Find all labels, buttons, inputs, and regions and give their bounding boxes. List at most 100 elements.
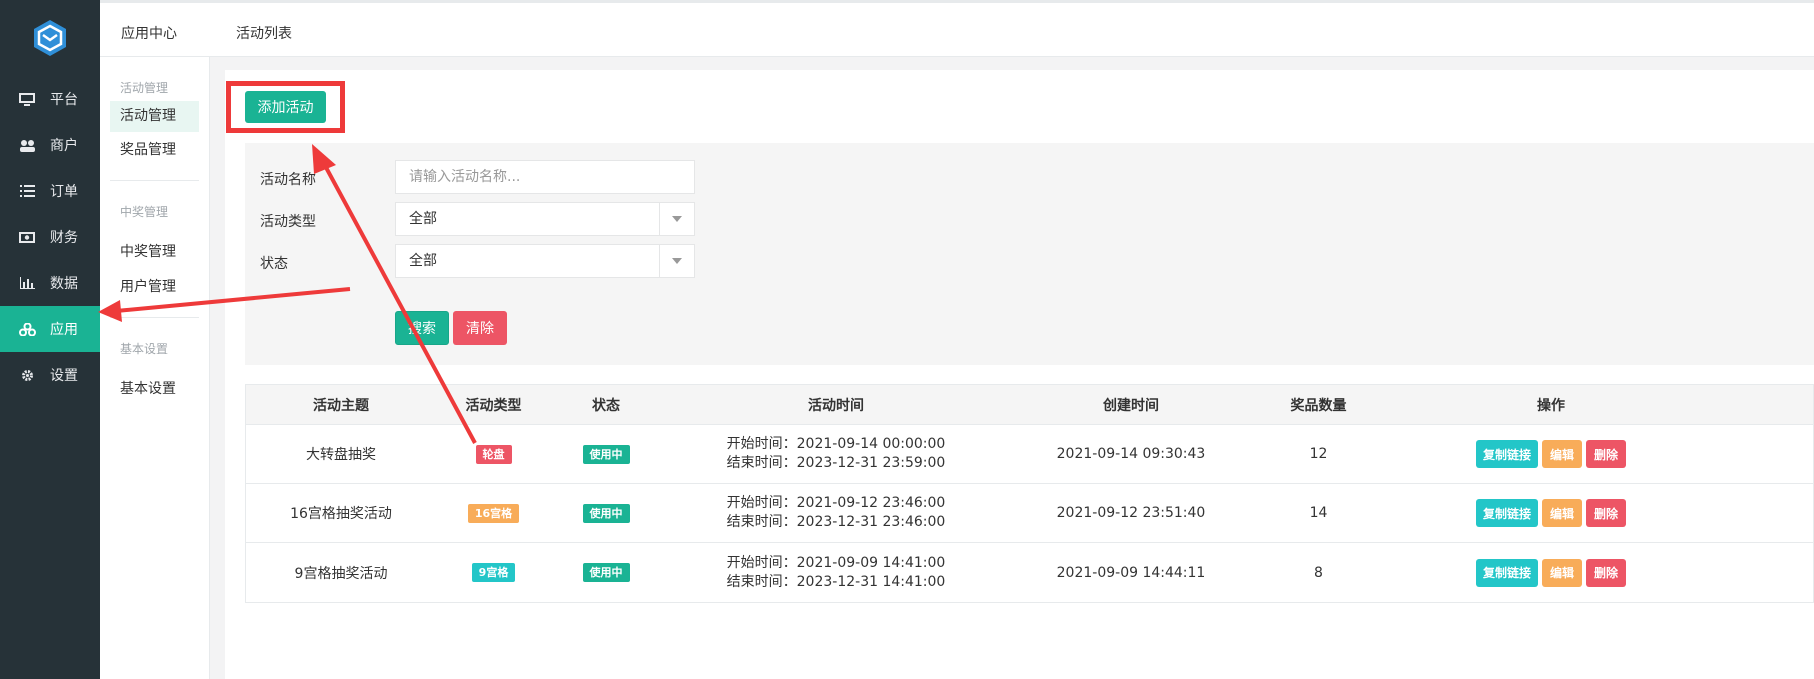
- add-activity-button[interactable]: 添加活动: [245, 91, 326, 123]
- subnav-group-title: 中奖管理: [120, 205, 169, 219]
- prize-count: 8: [1314, 564, 1323, 581]
- activity-title: 大转盘抽奖: [306, 447, 376, 463]
- status-value: 全部: [409, 253, 437, 269]
- created-time: 2021-09-09 14:44:11: [1056, 564, 1206, 581]
- subnav-item-basic-settings[interactable]: 基本设置: [110, 374, 199, 405]
- end-prefix: 结束时间：: [726, 514, 797, 530]
- nav-item-orders[interactable]: 订单: [0, 168, 100, 214]
- breadcrumb-root[interactable]: 应用中心: [121, 23, 177, 43]
- main-panel: 添加活动 活动名称 请输入活动名称... 活动类型 全部 状态 全部 搜索 清除…: [225, 70, 1814, 679]
- column-header: 奖品数量: [1290, 397, 1347, 414]
- start-prefix: 开始时间：: [726, 436, 797, 452]
- logo[interactable]: [0, 0, 100, 76]
- money-icon: [18, 230, 36, 244]
- table-row: 9宫格抽奖活动 9宫格 使用中 开始时间：2021-09-09 14:41:00…: [246, 543, 1813, 602]
- clear-button[interactable]: 清除: [453, 311, 507, 345]
- search-button[interactable]: 搜索: [395, 311, 449, 345]
- table-row: 大转盘抽奖 轮盘 使用中 开始时间：2021-09-14 00:00:00 结束…: [246, 425, 1813, 484]
- status-cell: 使用中: [551, 543, 661, 602]
- status-label: 状态: [260, 256, 288, 272]
- nav-item-platform[interactable]: 平台: [0, 76, 100, 122]
- end-time: 2023-12-31 23:46:00: [796, 514, 946, 530]
- prize-count: 14: [1309, 505, 1328, 521]
- end-prefix: 结束时间：: [726, 455, 797, 471]
- prize-count: 12: [1309, 446, 1328, 462]
- nav-item-data[interactable]: 数据: [0, 260, 100, 306]
- subnav-group-title: 基本设置: [120, 342, 169, 356]
- subnav-item-prize-manage[interactable]: 奖品管理: [110, 135, 199, 166]
- nav-item-apps[interactable]: 应用: [0, 306, 100, 352]
- logo-icon: [34, 20, 66, 56]
- delete-button[interactable]: 删除: [1586, 440, 1626, 468]
- time-cell: 开始时间：2021-09-12 23:46:00 结束时间：2023-12-31…: [661, 484, 1011, 542]
- users-icon: [18, 138, 36, 152]
- time-range: 开始时间：2021-09-12 23:46:00 结束时间：2023-12-31…: [727, 494, 946, 532]
- activity-type-select[interactable]: 全部: [395, 202, 695, 236]
- status-badge: 使用中: [582, 444, 630, 464]
- breadcrumb-current[interactable]: 活动列表: [236, 23, 292, 43]
- main-sidebar: 平台 商户 订单 财务 数据 应用 设置: [0, 0, 100, 679]
- delete-button[interactable]: 删除: [1586, 499, 1626, 527]
- filter-panel: 活动名称 请输入活动名称... 活动类型 全部 状态 全部 搜索 清除: [245, 143, 1814, 365]
- copy-link-button[interactable]: 复制链接: [1476, 499, 1538, 527]
- type-cell: 9宫格: [436, 543, 551, 602]
- nav-item-label: 订单: [50, 184, 78, 200]
- time-cell: 开始时间：2021-09-14 00:00:00 结束时间：2023-12-31…: [661, 425, 1011, 483]
- delete-button[interactable]: 删除: [1586, 558, 1626, 587]
- column-header: 状态: [592, 397, 620, 414]
- nav-item-label: 财务: [50, 230, 78, 246]
- edit-button[interactable]: 编辑: [1542, 558, 1582, 587]
- start-time: 2021-09-09 14:41:00: [796, 554, 946, 571]
- type-badge: 16宫格: [467, 503, 520, 523]
- end-time: 2023-12-31 23:59:00: [796, 455, 946, 471]
- monitor-icon: [18, 92, 36, 106]
- nav-item-label: 应用: [50, 322, 78, 338]
- actions-cell: 复制链接 编辑 删除: [1386, 425, 1716, 483]
- column-header: 操作: [1537, 397, 1565, 414]
- edit-button[interactable]: 编辑: [1542, 499, 1582, 527]
- type-badge: 轮盘: [475, 444, 512, 464]
- created-time: 2021-09-12 23:51:40: [1056, 505, 1206, 521]
- nav-item-merchant[interactable]: 商户: [0, 122, 100, 168]
- subnav-item-user-manage[interactable]: 用户管理: [110, 272, 199, 303]
- nav-item-settings[interactable]: 设置: [0, 352, 100, 398]
- activity-name-input[interactable]: 请输入活动名称...: [395, 160, 695, 194]
- nav-item-label: 设置: [50, 368, 78, 384]
- copy-link-button[interactable]: 复制链接: [1476, 558, 1538, 587]
- end-time: 2023-12-31 14:41:00: [796, 573, 946, 590]
- activity-type-value: 全部: [409, 211, 437, 227]
- secondary-sidebar: 活动管理 活动管理 奖品管理 中奖管理 中奖管理 用户管理 基本设置 基本设置: [100, 57, 210, 679]
- start-prefix: 开始时间：: [726, 495, 797, 511]
- status-cell: 使用中: [551, 425, 661, 483]
- list-icon: [18, 184, 36, 198]
- activity-title: 16宫格抽奖活动: [290, 506, 392, 522]
- time-range: 开始时间：2021-09-14 00:00:00 结束时间：2023-12-31…: [727, 435, 946, 473]
- activity-table: 活动主题 活动类型 状态 活动时间 创建时间 奖品数量 操作 大转盘抽奖 轮盘 …: [245, 384, 1814, 603]
- time-range: 开始时间：2021-09-09 14:41:00 结束时间：2023-12-31…: [727, 554, 946, 592]
- chevron-down-icon: [659, 203, 694, 235]
- nav-item-label: 商户: [50, 138, 78, 154]
- start-time: 2021-09-14 00:00:00: [796, 436, 946, 452]
- edit-button[interactable]: 编辑: [1542, 440, 1582, 468]
- column-header: 活动类型: [465, 397, 522, 414]
- status-badge: 使用中: [582, 503, 630, 523]
- start-prefix: 开始时间：: [726, 554, 797, 571]
- end-prefix: 结束时间：: [726, 573, 797, 590]
- top-bar: 应用中心 活动列表: [100, 0, 1814, 57]
- status-badge: 使用中: [582, 563, 630, 582]
- copy-link-button[interactable]: 复制链接: [1476, 440, 1538, 468]
- apps-icon: [18, 322, 36, 336]
- created-time: 2021-09-14 09:30:43: [1056, 446, 1206, 462]
- status-select[interactable]: 全部: [395, 244, 695, 278]
- table-header: 活动主题 活动类型 状态 活动时间 创建时间 奖品数量 操作: [246, 385, 1813, 425]
- subnav-item-winning-manage[interactable]: 中奖管理: [110, 237, 199, 268]
- nav-item-finance[interactable]: 财务: [0, 214, 100, 260]
- type-cell: 轮盘: [436, 425, 551, 483]
- activity-type-label: 活动类型: [260, 214, 316, 230]
- subnav-group-title: 活动管理: [120, 81, 169, 95]
- chevron-down-icon: [659, 245, 694, 277]
- table-row: 16宫格抽奖活动 16宫格 使用中 开始时间：2021-09-12 23:46:…: [246, 484, 1813, 543]
- column-header: 创建时间: [1103, 397, 1159, 414]
- column-header: 活动主题: [313, 397, 369, 414]
- subnav-item-activity-manage[interactable]: 活动管理: [110, 101, 199, 132]
